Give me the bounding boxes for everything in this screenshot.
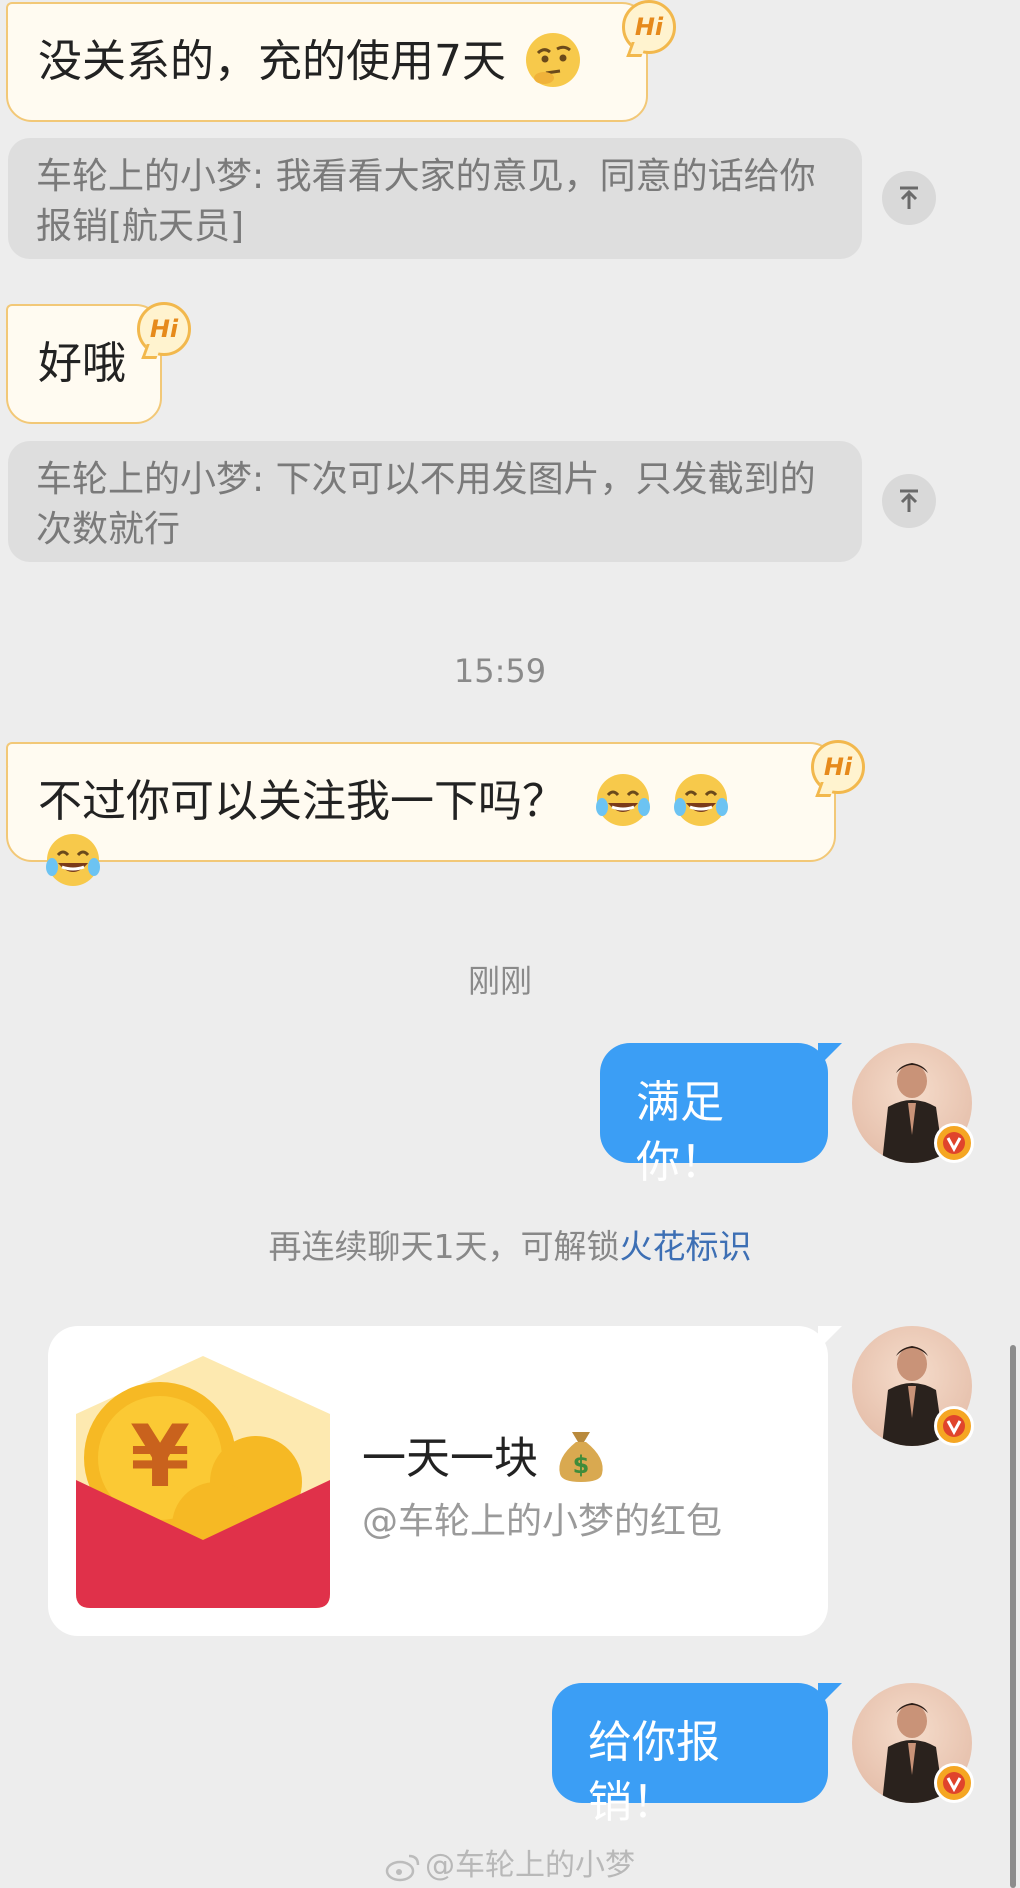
watermark: @车轮上的小梦 xyxy=(0,1840,1020,1884)
tears-of-joy-icon xyxy=(674,774,728,826)
thinking-face-icon xyxy=(526,33,580,87)
message-text: 满足你！ xyxy=(636,1077,724,1188)
quoted-reply-card[interactable]: 车轮上的小梦: 下次可以不用发图片，只发截到的次数就行 xyxy=(8,441,862,562)
tears-of-joy-icon xyxy=(596,774,650,826)
money-bag-icon: $ xyxy=(559,1432,603,1482)
hi-badge-icon: Hi xyxy=(622,0,676,54)
scroll-to-original-button[interactable] xyxy=(882,474,936,528)
timestamp: 15:59 xyxy=(453,652,547,690)
tears-of-joy-icon xyxy=(46,834,100,886)
hi-label: Hi xyxy=(149,315,179,343)
incoming-message-bubble[interactable]: 不过你可以关注我一下吗？ xyxy=(6,742,836,886)
scroll-to-original-button[interactable] xyxy=(882,171,936,225)
avatar[interactable] xyxy=(852,1326,974,1446)
scrollbar[interactable] xyxy=(1010,1345,1016,1888)
quoted-reply-card[interactable]: 车轮上的小梦: 我看看大家的意见，同意的话给你报销[航天员] xyxy=(8,138,862,259)
verified-v-badge-icon xyxy=(934,1763,974,1803)
red-envelope-title: 一天一块 $ xyxy=(362,1422,606,1486)
verified-v-badge-icon xyxy=(934,1123,974,1163)
quoted-text: 车轮上的小梦: 下次可以不用发图片，只发截到的次数就行 xyxy=(36,459,816,550)
message-text: 好哦 xyxy=(38,338,126,389)
hi-label: Hi xyxy=(634,13,664,41)
red-envelope-card[interactable]: ¥ 一天一块 $ @车轮上的小梦的红包 xyxy=(48,1326,828,1636)
hi-badge-icon: Hi xyxy=(137,302,191,356)
avatar[interactable] xyxy=(852,1683,974,1803)
avatar[interactable] xyxy=(852,1043,974,1163)
arrow-to-top-icon xyxy=(900,489,918,512)
outgoing-message-bubble[interactable]: 给你报销！ xyxy=(552,1683,828,1828)
incoming-message-bubble[interactable]: 没关系的，充的使用7天 xyxy=(6,2,648,122)
message-text: 给你报销！ xyxy=(588,1717,720,1828)
spark-link[interactable]: 火花标识 xyxy=(620,1227,752,1266)
weibo-logo-icon xyxy=(385,1854,420,1881)
arrow-to-top-icon xyxy=(900,186,918,209)
hi-label: Hi xyxy=(823,753,853,781)
quoted-text: 车轮上的小梦: 我看看大家的意见，同意的话给你报销[航天员] xyxy=(36,156,816,247)
timestamp: 刚刚 xyxy=(467,962,532,1000)
spark-hint: 再连续聊天1天，可解锁火花标识 xyxy=(0,1220,1020,1268)
spark-hint-text: 再连续聊天1天，可解锁 xyxy=(268,1227,620,1266)
red-envelope-title-text: 一天一块 xyxy=(362,1433,538,1484)
red-envelope-icon: ¥ xyxy=(76,1356,330,1608)
watermark-text: @车轮上的小梦 xyxy=(425,1848,635,1883)
message-text: 没关系的，充的使用7天 xyxy=(38,36,506,87)
svg-text:$: $ xyxy=(573,1451,590,1479)
red-envelope-subtitle: @车轮上的小梦的红包 xyxy=(362,1501,723,1542)
hi-badge-icon: Hi xyxy=(811,740,865,794)
message-text: 不过你可以关注我一下吗？ xyxy=(38,776,566,827)
svg-text:¥: ¥ xyxy=(130,1407,190,1507)
outgoing-message-bubble[interactable]: 满足你！ xyxy=(600,1043,828,1188)
verified-v-badge-icon xyxy=(934,1406,974,1446)
